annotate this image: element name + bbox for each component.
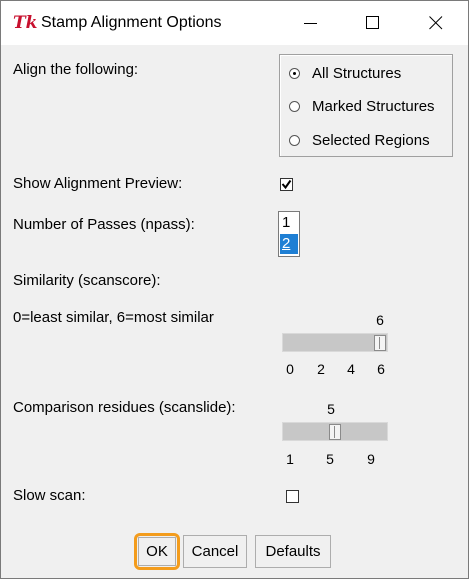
- list-item-selected[interactable]: 2: [280, 234, 298, 254]
- residues-tick: 5: [326, 451, 334, 467]
- radio-label: All Structures: [312, 65, 402, 82]
- minimize-button[interactable]: [280, 1, 342, 45]
- maximize-icon: [366, 16, 379, 29]
- title-bar[interactable]: Tk Stamp Alignment Options: [1, 1, 468, 45]
- defaults-button[interactable]: Defaults: [255, 535, 331, 568]
- slider-handle[interactable]: [374, 335, 386, 351]
- residues-value: 5: [327, 401, 335, 417]
- similarity-tick: 0: [286, 361, 294, 377]
- preview-checkbox[interactable]: [280, 178, 293, 191]
- similarity-label: Similarity (scanscore):: [13, 272, 161, 289]
- radio-button[interactable]: [289, 135, 300, 146]
- similarity-tick: 4: [347, 361, 355, 377]
- residues-tick: 1: [286, 451, 294, 467]
- similarity-note: 0=least similar, 6=most similar: [13, 309, 214, 326]
- align-radio-group: All Structures Marked Structures Selecte…: [279, 54, 453, 157]
- list-item[interactable]: 1: [280, 213, 298, 233]
- checkmark-icon: [281, 179, 292, 190]
- slow-scan-checkbox[interactable]: [286, 490, 299, 503]
- align-label: Align the following:: [13, 61, 139, 78]
- residues-label: Comparison residues (scanslide):: [13, 399, 236, 416]
- radio-button[interactable]: [289, 68, 300, 79]
- passes-label: Number of Passes (npass):: [13, 216, 195, 233]
- close-icon: [429, 16, 443, 30]
- ok-button[interactable]: OK: [138, 537, 176, 566]
- residues-slider[interactable]: [282, 422, 388, 441]
- maximize-button[interactable]: [342, 1, 404, 45]
- minimize-icon: [304, 23, 317, 24]
- similarity-value: 6: [376, 312, 384, 328]
- window-title: Stamp Alignment Options: [41, 14, 222, 31]
- slider-handle[interactable]: [329, 424, 341, 440]
- close-button[interactable]: [405, 1, 467, 45]
- radio-button[interactable]: [289, 101, 300, 112]
- radio-label: Marked Structures: [312, 98, 435, 115]
- slow-scan-label: Slow scan:: [13, 487, 86, 504]
- radio-label: Selected Regions: [312, 132, 430, 149]
- radio-selected-dot: [293, 72, 296, 75]
- preview-label: Show Alignment Preview:: [13, 175, 183, 192]
- similarity-tick: 6: [377, 361, 385, 377]
- residues-tick: 9: [367, 451, 375, 467]
- tk-feather-icon: Tk: [13, 13, 38, 33]
- passes-listbox[interactable]: 1 2: [278, 211, 300, 257]
- cancel-button[interactable]: Cancel: [183, 535, 247, 568]
- similarity-slider[interactable]: [282, 333, 388, 352]
- dialog-window: Tk Stamp Alignment Options Align the fol…: [0, 0, 469, 579]
- similarity-tick: 2: [317, 361, 325, 377]
